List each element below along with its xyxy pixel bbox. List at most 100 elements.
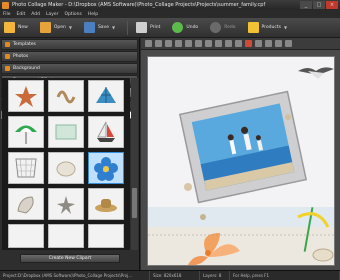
settings-icon[interactable] bbox=[275, 40, 282, 47]
clipart-grid bbox=[2, 78, 130, 250]
products-button[interactable]: Products ▼ bbox=[247, 22, 287, 33]
save-button[interactable]: Save ▼ bbox=[83, 22, 115, 33]
clipart-item[interactable] bbox=[88, 116, 124, 148]
collage-artwork bbox=[148, 57, 334, 265]
new-label: New bbox=[18, 25, 28, 30]
clipart-item[interactable] bbox=[88, 152, 124, 184]
open-icon bbox=[39, 22, 51, 33]
products-icon bbox=[247, 22, 259, 33]
grid-icon[interactable] bbox=[265, 40, 272, 47]
clipart-item[interactable] bbox=[8, 152, 44, 184]
clipart-item[interactable] bbox=[88, 188, 124, 220]
sailboat-icon bbox=[97, 121, 115, 142]
accordion-label: Photos bbox=[13, 54, 29, 59]
rotate-icon[interactable] bbox=[225, 40, 232, 47]
new-button[interactable]: New bbox=[4, 22, 28, 33]
collage-canvas[interactable] bbox=[147, 56, 335, 266]
clipart-item[interactable] bbox=[8, 224, 44, 248]
accordion-templates[interactable]: Templates bbox=[1, 39, 138, 50]
fishing-net-icon bbox=[15, 158, 37, 178]
seashell-white-icon bbox=[56, 161, 76, 177]
clipart-item[interactable] bbox=[88, 224, 124, 248]
accordion-photos[interactable]: Photos bbox=[1, 51, 138, 62]
background-icon bbox=[5, 66, 10, 71]
crop-icon[interactable] bbox=[235, 40, 242, 47]
menu-add[interactable]: Add bbox=[31, 12, 40, 17]
rope-knot-icon bbox=[56, 90, 76, 104]
minimize-button[interactable]: _ bbox=[300, 1, 312, 9]
products-dropdown-icon[interactable]: ▼ bbox=[284, 25, 287, 30]
create-new-clipart-button[interactable]: Create New Clipart bbox=[20, 254, 120, 263]
layer-toolbar bbox=[141, 38, 340, 50]
clipart-item[interactable] bbox=[8, 188, 44, 220]
print-button[interactable]: Print bbox=[136, 22, 160, 33]
photos-icon bbox=[5, 54, 10, 59]
menu-layer[interactable]: Layer bbox=[46, 12, 59, 17]
delete-icon[interactable] bbox=[245, 40, 252, 47]
menu-options[interactable]: Options bbox=[65, 12, 82, 17]
new-icon bbox=[4, 22, 15, 33]
undo-label: Undo bbox=[186, 25, 199, 30]
hat-icon bbox=[95, 199, 117, 212]
clipart-scrollbar[interactable] bbox=[131, 78, 138, 250]
fit-icon[interactable] bbox=[285, 40, 292, 47]
zoom-icon[interactable] bbox=[255, 40, 262, 47]
send-back-icon[interactable] bbox=[155, 40, 162, 47]
window-controls: _ □ × bbox=[300, 1, 338, 9]
flip-icon[interactable] bbox=[215, 40, 222, 47]
print-icon bbox=[136, 22, 148, 33]
open-dropdown-icon[interactable]: ▼ bbox=[69, 25, 72, 30]
main-toolbar: New Open ▼ Save ▼ Print Undo Redo Produc… bbox=[0, 18, 340, 38]
status-help: For Help, press F1 bbox=[230, 270, 340, 280]
open-button[interactable]: Open ▼ bbox=[39, 22, 72, 33]
toolbar-separator bbox=[127, 20, 129, 35]
status-project: Project:D:\Dropbox (AMS Software)\Photo_… bbox=[0, 270, 150, 280]
maximize-button[interactable]: □ bbox=[313, 1, 325, 9]
redo-label: Redo bbox=[224, 25, 236, 30]
clipart-item[interactable] bbox=[48, 224, 84, 248]
beach-umbrella-icon bbox=[15, 125, 37, 144]
save-dropdown-icon[interactable]: ▼ bbox=[112, 25, 115, 30]
clipart-item[interactable] bbox=[8, 116, 44, 148]
clipart-item[interactable] bbox=[48, 152, 84, 184]
open-label: Open bbox=[53, 25, 66, 30]
copy-icon[interactable] bbox=[185, 40, 192, 47]
status-bar: Project:D:\Dropbox (AMS Software)\Photo_… bbox=[0, 270, 340, 280]
print-label: Print bbox=[150, 25, 161, 30]
editor-area bbox=[141, 38, 340, 270]
clipart-item[interactable] bbox=[88, 80, 124, 112]
window-title: Photo Collage Maker - D:\Dropbox (AMS So… bbox=[12, 2, 266, 8]
clipart-item[interactable] bbox=[48, 188, 84, 220]
paste-icon[interactable] bbox=[195, 40, 202, 47]
menu-bar: File Edit Add Layer Options Help bbox=[0, 10, 340, 18]
scrollbar-thumb[interactable] bbox=[132, 188, 137, 218]
menu-file[interactable]: File bbox=[3, 12, 11, 17]
redo-icon bbox=[210, 22, 222, 33]
undo-button[interactable]: Undo bbox=[172, 22, 198, 33]
clipart-item[interactable] bbox=[8, 80, 44, 112]
accordion-label: Background bbox=[13, 66, 40, 71]
seashell-blue-icon bbox=[96, 87, 116, 103]
conch-shell-icon bbox=[17, 196, 34, 214]
glass-plate-icon bbox=[55, 124, 77, 140]
accordion-label: Templates bbox=[13, 42, 36, 47]
menu-edit[interactable]: Edit bbox=[17, 12, 26, 17]
bring-front-icon[interactable] bbox=[145, 40, 152, 47]
redo-button[interactable]: Redo bbox=[210, 22, 236, 33]
menu-help[interactable]: Help bbox=[88, 12, 98, 17]
close-button[interactable]: × bbox=[326, 1, 338, 9]
clipart-item[interactable] bbox=[48, 116, 84, 148]
accordion-background[interactable]: Background bbox=[1, 63, 138, 74]
save-label: Save bbox=[97, 25, 109, 30]
sea-star-icon bbox=[57, 196, 75, 214]
layer-down-icon[interactable] bbox=[175, 40, 182, 47]
products-label: Products bbox=[261, 25, 281, 30]
layer-up-icon[interactable] bbox=[165, 40, 172, 47]
blue-flower-icon bbox=[94, 157, 118, 181]
templates-icon bbox=[5, 42, 10, 47]
status-layers: Layers: 8 bbox=[200, 270, 230, 280]
save-icon bbox=[83, 22, 95, 33]
align-icon[interactable] bbox=[205, 40, 212, 47]
clipart-item[interactable] bbox=[48, 80, 84, 112]
title-bar: Photo Collage Maker - D:\Dropbox (AMS So… bbox=[0, 0, 340, 10]
